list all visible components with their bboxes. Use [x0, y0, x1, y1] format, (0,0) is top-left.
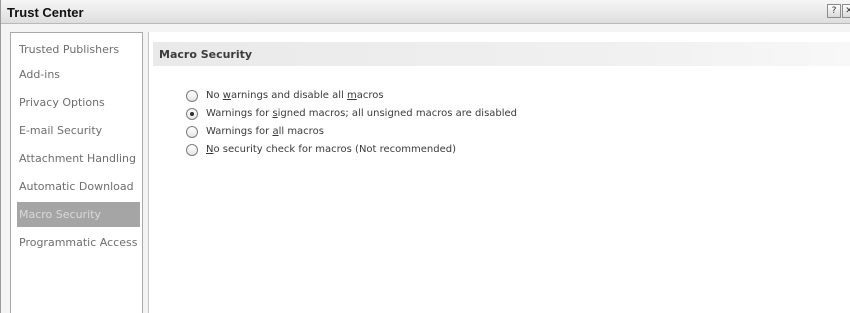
option-label: No security check for macros (Not recomm…: [206, 144, 457, 155]
sidebar-item-trusted-publishers[interactable]: Trusted Publishers: [11, 37, 142, 62]
radio-button[interactable]: [186, 126, 198, 138]
sidebar-item-privacy-options[interactable]: Privacy Options: [11, 90, 142, 115]
help-icon[interactable]: ?: [827, 4, 841, 18]
sidebar-item-programmatic-access[interactable]: Programmatic Access: [11, 230, 142, 255]
radio-button[interactable]: [186, 144, 198, 156]
title-bar: Trust Center ? ✕: [1, 0, 850, 24]
option-label: Warnings for all macros: [206, 126, 324, 137]
sidebar-item-email-security[interactable]: E-mail Security: [11, 118, 142, 143]
sidebar-item-automatic-download[interactable]: Automatic Download: [11, 174, 142, 199]
section-header: Macro Security: [153, 42, 850, 66]
close-icon[interactable]: ✕: [842, 4, 850, 18]
window-title: Trust Center: [7, 5, 84, 20]
category-sidebar: Trusted Publishers Add-ins Privacy Optio…: [10, 32, 143, 313]
sidebar-item-add-ins[interactable]: Add-ins: [11, 62, 142, 87]
option-label: Warnings for signed macros; all unsigned…: [206, 108, 518, 119]
sidebar-item-macro-security[interactable]: Macro Security: [17, 202, 140, 227]
settings-panel: Macro Security No warnings and disable a…: [148, 32, 850, 313]
radio-button[interactable]: [186, 108, 198, 120]
section-title: Macro Security: [159, 48, 253, 61]
option-label: No warnings and disable all macros: [206, 90, 384, 101]
radio-button[interactable]: [186, 90, 198, 102]
trust-center-window: Trust Center ? ✕ Trusted Publishers Add-…: [0, 0, 850, 313]
sidebar-item-attachment-handling[interactable]: Attachment Handling: [11, 146, 142, 171]
